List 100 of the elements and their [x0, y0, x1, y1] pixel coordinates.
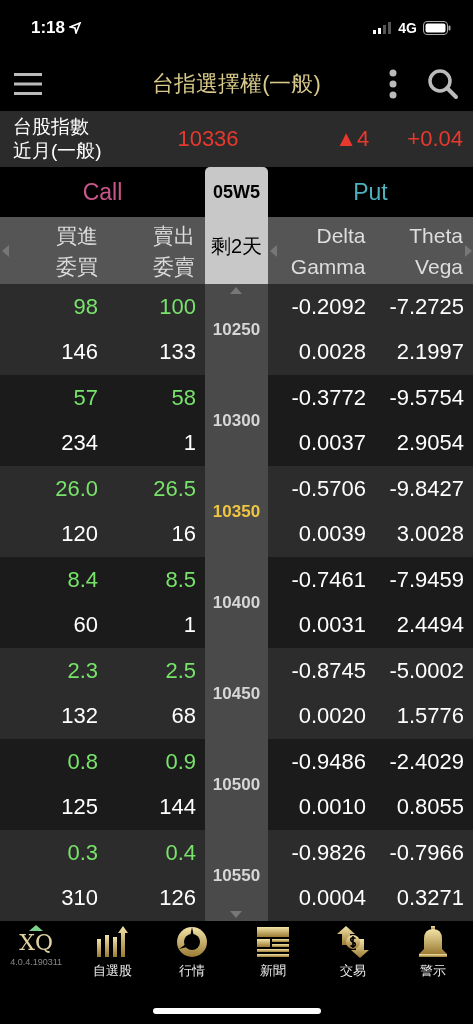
- strike-price[interactable]: 10300: [212, 410, 261, 431]
- column-label: Delta: [316, 222, 366, 249]
- gamma-value: 0.0020: [297, 703, 366, 730]
- delta-value: -0.7461: [290, 566, 366, 593]
- bid-price: 57: [72, 384, 98, 411]
- theta-value: -5.0002: [388, 657, 464, 684]
- battery-icon: [423, 21, 451, 35]
- strike-price[interactable]: 10550: [212, 865, 261, 886]
- bid-size: 234: [60, 430, 98, 457]
- vega-value: 0.3271: [395, 885, 464, 912]
- call-row[interactable]: 0.8 0.9 125 144: [0, 739, 205, 830]
- vega-value: 1.5776: [395, 703, 464, 730]
- tab-bar-item[interactable]: 自選股: [72, 925, 153, 989]
- column-label: 賣出: [153, 222, 195, 249]
- gamma-value: 0.0010: [297, 794, 366, 821]
- bid-size: 146: [60, 339, 98, 366]
- ask-size: 126: [158, 885, 196, 912]
- down-arrow-icon[interactable]: [230, 911, 242, 918]
- ask-price: 26.5: [152, 475, 196, 502]
- left-arrow-icon[interactable]: [2, 245, 9, 257]
- put-row[interactable]: -0.7461 -7.9459 0.0031 2.4494: [268, 557, 473, 648]
- ask-price: 100: [158, 293, 196, 320]
- vega-value: 2.9054: [395, 430, 464, 457]
- index-name: 台股指數: [13, 115, 90, 139]
- put-row[interactable]: -0.9486 -2.4029 0.0010 0.8055: [268, 739, 473, 830]
- delta-value: -0.8745: [290, 657, 366, 684]
- tab-bar-item[interactable]: 交易: [312, 925, 393, 989]
- bid-size: 120: [60, 521, 98, 548]
- delta-value: -0.9486: [290, 748, 366, 775]
- app-logo: XQ: [19, 931, 53, 955]
- app-logo-button[interactable]: XQ 4.0.4.190311: [0, 925, 73, 989]
- column-label: 買進: [55, 222, 98, 249]
- theta-value: -9.5754: [388, 384, 464, 411]
- newspaper-icon: [255, 925, 290, 959]
- column-label: 委買: [55, 253, 98, 280]
- gamma-value: 0.0037: [297, 430, 366, 457]
- search-icon[interactable]: [427, 67, 459, 100]
- bid-size: 310: [60, 885, 98, 912]
- left-arrow-icon[interactable]: [270, 245, 277, 257]
- more-icon[interactable]: [389, 68, 397, 99]
- index-change-percent: +0.04: [407, 126, 463, 152]
- strike-price[interactable]: 10450: [212, 683, 261, 704]
- gamma-value: 0.0004: [297, 885, 366, 912]
- status-time: 1:18: [31, 18, 66, 38]
- home-indicator[interactable]: [152, 1007, 321, 1014]
- network-label: 4G: [398, 20, 417, 36]
- ask-price: 0.4: [164, 839, 196, 866]
- bid-price: 8.4: [66, 566, 98, 593]
- right-arrow-icon[interactable]: [465, 245, 472, 257]
- ask-size: 68: [170, 703, 196, 730]
- strike-price[interactable]: 10500: [212, 774, 261, 795]
- version-label: 4.0.4.190311: [10, 957, 62, 967]
- call-row[interactable]: 57 58 234 1: [0, 375, 205, 466]
- call-row[interactable]: 0.3 0.4 310 126: [0, 830, 205, 921]
- theta-value: -2.4029: [388, 748, 464, 775]
- ask-size: 133: [158, 339, 196, 366]
- call-row[interactable]: 8.4 8.5 60 1: [0, 557, 205, 648]
- strike-price[interactable]: 10350: [212, 501, 261, 522]
- column-label: 委賣: [153, 253, 195, 280]
- menu-icon[interactable]: [14, 71, 42, 96]
- up-arrow-icon[interactable]: [230, 287, 242, 294]
- theta-value: -7.9459: [388, 566, 464, 593]
- dial-icon: [175, 925, 210, 959]
- days-left: 剩2天: [210, 234, 263, 259]
- theta-value: -7.2725: [388, 293, 464, 320]
- call-row[interactable]: 26.0 26.5 120 16: [0, 466, 205, 557]
- put-row[interactable]: -0.8745 -5.0002 0.0020 1.5776: [268, 648, 473, 739]
- vega-value: 0.8055: [395, 794, 464, 821]
- call-row[interactable]: 2.3 2.5 132 68: [0, 648, 205, 739]
- index-change: ▲4: [335, 126, 370, 152]
- expiry-tab[interactable]: 05W5 剩2天: [205, 167, 268, 284]
- bar-chart-icon: [95, 925, 130, 959]
- put-row[interactable]: -0.2092 -7.2725 0.0028 2.1997: [268, 284, 473, 375]
- theta-value: -9.8427: [388, 475, 464, 502]
- tab-bar-item[interactable]: 警示: [392, 925, 473, 989]
- column-label: Vega: [415, 253, 463, 280]
- gamma-value: 0.0028: [297, 339, 366, 366]
- strike-price[interactable]: 10400: [212, 592, 261, 613]
- dollar-exchange-icon: [335, 925, 370, 959]
- vega-value: 2.4494: [395, 612, 464, 639]
- delta-value: -0.2092: [290, 293, 366, 320]
- put-row[interactable]: -0.3772 -9.5754 0.0037 2.9054: [268, 375, 473, 466]
- delta-value: -0.9826: [290, 839, 366, 866]
- ask-size: 16: [170, 521, 196, 548]
- gamma-value: 0.0031: [297, 612, 366, 639]
- index-price: 10336: [176, 126, 240, 152]
- tab-bar-item[interactable]: 新聞: [232, 925, 313, 989]
- put-row[interactable]: -0.9826 -0.7966 0.0004 0.3271: [268, 830, 473, 921]
- vega-value: 3.0028: [395, 521, 464, 548]
- theta-value: -0.7966: [388, 839, 464, 866]
- put-row[interactable]: -0.5706 -9.8427 0.0039 3.0028: [268, 466, 473, 557]
- screen-title: 台指選擇權(一般): [152, 69, 321, 98]
- bid-price: 2.3: [66, 657, 98, 684]
- strike-price[interactable]: 10250: [212, 319, 261, 340]
- ask-price: 8.5: [164, 566, 196, 593]
- ask-price: 2.5: [164, 657, 196, 684]
- call-row[interactable]: 98 100 146 133: [0, 284, 205, 375]
- delta-value: -0.5706: [290, 475, 366, 502]
- gamma-value: 0.0039: [297, 521, 366, 548]
- tab-bar-item[interactable]: 行情: [152, 925, 233, 989]
